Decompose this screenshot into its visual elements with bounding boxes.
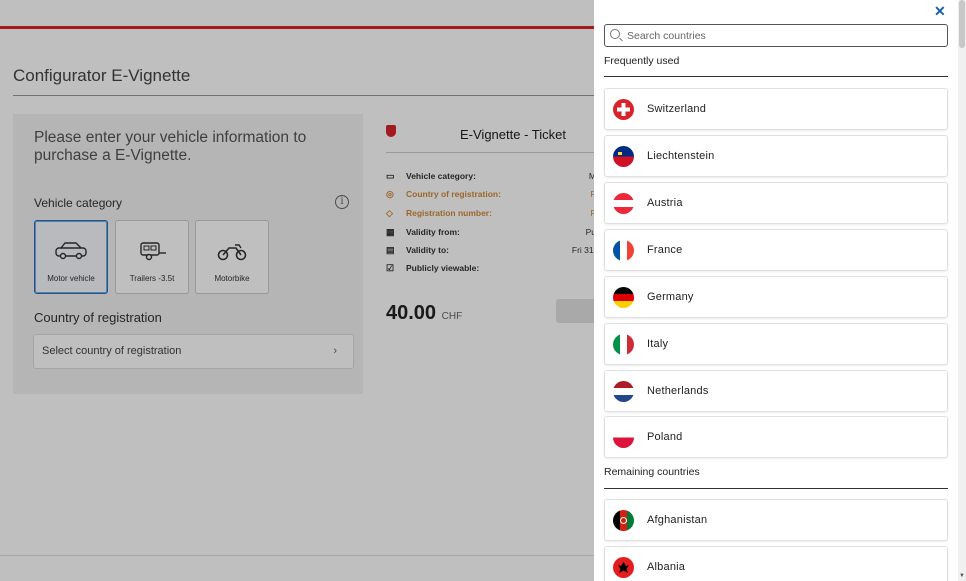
scrollbar-thumb[interactable] bbox=[959, 0, 965, 48]
country-item-italy[interactable]: Italy bbox=[604, 323, 948, 365]
poland-flag-icon bbox=[613, 427, 634, 448]
country-item-switzerland[interactable]: Switzerland bbox=[604, 88, 948, 130]
scroll-down-arrow-icon[interactable]: ▼ bbox=[959, 573, 965, 579]
country-item-poland[interactable]: Poland bbox=[604, 416, 948, 458]
liechtenstein-flag-icon bbox=[613, 146, 634, 167]
modal-backdrop[interactable] bbox=[0, 0, 594, 581]
country-item-netherlands[interactable]: Netherlands bbox=[604, 370, 948, 412]
country-item-france[interactable]: France bbox=[604, 229, 948, 271]
country-item-liechtenstein[interactable]: Liechtenstein bbox=[604, 135, 948, 177]
remaining-countries-divider bbox=[604, 488, 948, 489]
drawer-scrollbar[interactable]: ▼ bbox=[958, 0, 966, 581]
country-item-afghanistan[interactable]: Afghanistan bbox=[604, 499, 948, 541]
country-name: Switzerland bbox=[647, 103, 707, 115]
country-search-box[interactable] bbox=[604, 24, 948, 47]
country-item-germany[interactable]: Germany bbox=[604, 276, 948, 318]
frequently-used-divider bbox=[604, 76, 948, 77]
switzerland-flag-icon bbox=[613, 99, 634, 120]
germany-flag-icon bbox=[613, 287, 634, 308]
country-name: France bbox=[647, 244, 683, 256]
country-item-austria[interactable]: Austria bbox=[604, 182, 948, 224]
netherlands-flag-icon bbox=[613, 381, 634, 402]
france-flag-icon bbox=[613, 240, 634, 261]
search-input[interactable] bbox=[627, 28, 937, 44]
country-name: Italy bbox=[647, 338, 669, 350]
italy-flag-icon bbox=[613, 334, 634, 355]
remaining-countries-label: Remaining countries bbox=[604, 466, 700, 478]
afghanistan-flag-icon bbox=[613, 510, 634, 531]
search-icon bbox=[610, 29, 620, 39]
country-picker-drawer: ✕ Frequently used Switzerland Liechtenst… bbox=[594, 0, 966, 581]
austria-flag-icon bbox=[613, 193, 634, 214]
close-icon[interactable]: ✕ bbox=[934, 3, 946, 20]
country-name: Austria bbox=[647, 197, 683, 209]
country-name: Albania bbox=[647, 561, 686, 573]
country-name: Netherlands bbox=[647, 385, 709, 397]
country-item-albania[interactable]: Albania bbox=[604, 546, 948, 581]
country-name: Germany bbox=[647, 291, 694, 303]
frequently-used-label: Frequently used bbox=[604, 55, 680, 67]
country-name: Afghanistan bbox=[647, 514, 708, 526]
country-name: Liechtenstein bbox=[647, 150, 715, 162]
country-name: Poland bbox=[647, 431, 683, 443]
albania-flag-icon bbox=[613, 557, 634, 578]
